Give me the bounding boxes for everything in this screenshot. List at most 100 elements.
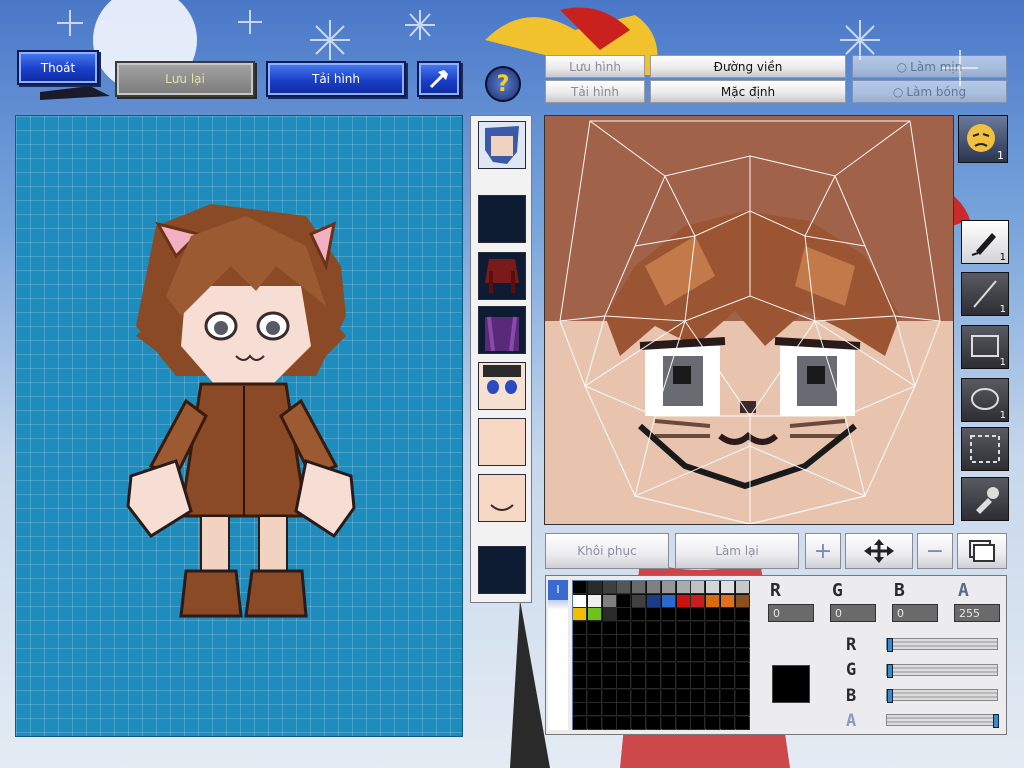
palette-swatch[interactable]: [721, 717, 735, 730]
palette-swatch[interactable]: [735, 689, 750, 703]
palette-swatch[interactable]: [691, 662, 706, 676]
palette-swatch[interactable]: [691, 594, 706, 608]
palette-swatch[interactable]: [691, 608, 706, 622]
palette-swatch[interactable]: [676, 608, 691, 622]
palette-swatch[interactable]: [691, 621, 706, 635]
palette-swatch[interactable]: [573, 703, 587, 717]
palette-swatch[interactable]: [573, 621, 587, 635]
palette-swatch[interactable]: [721, 662, 735, 676]
palette-swatch[interactable]: [647, 649, 661, 662]
palette-swatch[interactable]: [661, 608, 676, 622]
restore-button[interactable]: Khôi phục: [545, 533, 669, 569]
palette-swatch[interactable]: [661, 581, 676, 594]
part-skin[interactable]: [478, 418, 526, 466]
palette-swatch[interactable]: [602, 594, 617, 608]
palette-swatch[interactable]: [632, 649, 647, 662]
palette-swatch[interactable]: [676, 689, 691, 703]
palette-swatch[interactable]: [573, 581, 587, 594]
palette-swatch[interactable]: [735, 649, 750, 662]
palette-swatch[interactable]: [661, 676, 676, 690]
palette-swatch[interactable]: [661, 689, 676, 703]
palette-swatch[interactable]: [632, 703, 647, 717]
palette-swatch[interactable]: [587, 621, 602, 635]
palette-swatch[interactable]: [676, 621, 691, 635]
palette-swatch[interactable]: [617, 662, 632, 676]
zoom-in-button[interactable]: +: [805, 533, 841, 569]
alpha-value-field[interactable]: 255: [954, 604, 1000, 622]
alpha-slider[interactable]: [886, 714, 999, 728]
palette-swatch[interactable]: [661, 662, 676, 676]
palette-swatch[interactable]: [587, 662, 602, 676]
blue-slider-handle[interactable]: [887, 689, 893, 703]
palette-swatch[interactable]: [706, 689, 721, 703]
palette-swatch[interactable]: [602, 621, 617, 635]
palette-swatch[interactable]: [676, 703, 691, 717]
palette-swatch[interactable]: [647, 608, 661, 622]
palette-swatch[interactable]: [632, 689, 647, 703]
palette-swatch[interactable]: [587, 689, 602, 703]
palette-swatch[interactable]: [676, 635, 691, 649]
palette-swatch[interactable]: [721, 676, 735, 690]
palette-swatch[interactable]: [706, 608, 721, 622]
palette-swatch[interactable]: [602, 703, 617, 717]
palette-swatch[interactable]: [573, 717, 587, 730]
palette-swatch[interactable]: [721, 594, 735, 608]
palette-swatch[interactable]: [735, 594, 750, 608]
palette-swatch[interactable]: [676, 649, 691, 662]
palette-swatch[interactable]: [617, 594, 632, 608]
palette-swatch[interactable]: [602, 662, 617, 676]
texture-editor-canvas[interactable]: [544, 115, 954, 525]
zoom-out-button[interactable]: −: [917, 533, 953, 569]
line-tool[interactable]: 1: [961, 272, 1009, 316]
palette-swatch[interactable]: [661, 621, 676, 635]
palette-swatch[interactable]: [647, 621, 661, 635]
tab-default[interactable]: Mặc định: [650, 80, 846, 103]
layers-button[interactable]: [957, 533, 1007, 569]
palette-swatch[interactable]: [587, 717, 602, 730]
palette-swatch[interactable]: [632, 676, 647, 690]
palette-swatch[interactable]: [602, 581, 617, 594]
palette-swatch[interactable]: [602, 635, 617, 649]
green-value-field[interactable]: 0: [830, 604, 876, 622]
palette-swatch[interactable]: [617, 581, 632, 594]
palette-swatch[interactable]: [573, 594, 587, 608]
save-button[interactable]: Lưu lại: [115, 61, 255, 97]
palette-swatch[interactable]: [691, 649, 706, 662]
palette-swatch[interactable]: [573, 676, 587, 690]
palette-swatch[interactable]: [661, 703, 676, 717]
palette-swatch[interactable]: [573, 608, 587, 622]
palette-swatch[interactable]: [587, 594, 602, 608]
blue-slider[interactable]: [886, 689, 998, 703]
palette-swatch[interactable]: [617, 717, 632, 730]
palette-swatch[interactable]: [647, 594, 661, 608]
palette-swatch[interactable]: [691, 689, 706, 703]
palette-page-scroller[interactable]: I: [548, 580, 568, 730]
palette-swatch[interactable]: [617, 649, 632, 662]
palette-swatch[interactable]: [661, 649, 676, 662]
palette-swatch[interactable]: [706, 581, 721, 594]
palette-swatch[interactable]: [617, 608, 632, 622]
palette-swatch[interactable]: [735, 703, 750, 717]
palette-swatch[interactable]: [706, 717, 721, 730]
blue-value-field[interactable]: 0: [892, 604, 938, 622]
green-slider[interactable]: [886, 664, 998, 678]
palette-swatch[interactable]: [573, 635, 587, 649]
selection-tool[interactable]: [961, 427, 1009, 471]
palette-swatch[interactable]: [721, 608, 735, 622]
palette-swatch[interactable]: [706, 635, 721, 649]
palette-swatch[interactable]: [617, 635, 632, 649]
palette-swatch[interactable]: [735, 581, 750, 594]
palette-swatch[interactable]: [602, 689, 617, 703]
palette-swatch[interactable]: [587, 608, 602, 622]
palette-swatch[interactable]: [632, 594, 647, 608]
palette-swatch[interactable]: [632, 717, 647, 730]
palette-swatch[interactable]: [676, 581, 691, 594]
palette-swatch[interactable]: [587, 649, 602, 662]
palette-swatch[interactable]: [647, 662, 661, 676]
palette-swatch[interactable]: [721, 581, 735, 594]
palette-swatch[interactable]: [661, 594, 676, 608]
move-button[interactable]: [845, 533, 913, 569]
palette-swatch[interactable]: [735, 662, 750, 676]
palette-swatch[interactable]: [647, 581, 661, 594]
tab-load-image[interactable]: Tải hình: [545, 80, 645, 103]
